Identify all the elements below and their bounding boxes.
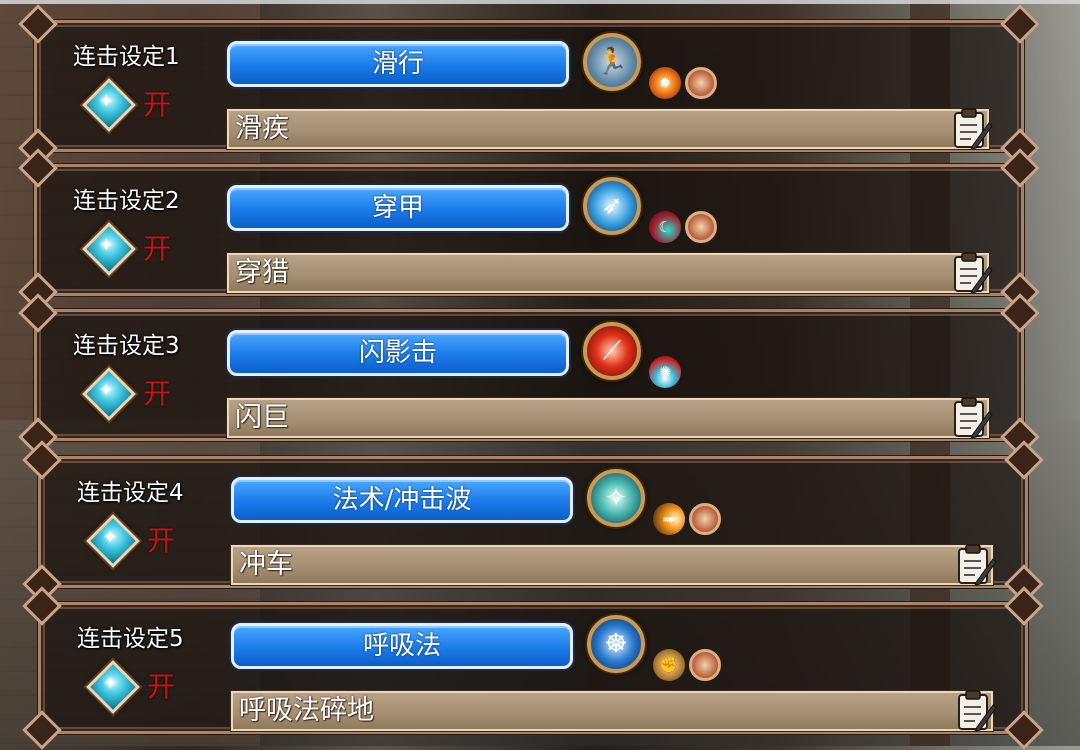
toggle-state: 开 (147, 524, 176, 557)
skill-select-button[interactable]: 闪影击 (227, 330, 569, 376)
magic-sphere-icon[interactable]: ✧ (587, 469, 645, 527)
fire-burst-icon: ✹ (649, 67, 681, 99)
toggle-state: 开 (147, 670, 176, 703)
combo-panel-2: 连击设定2 ✦ 开 穿甲 ➶ ☾ 穿猎 (18, 148, 1040, 312)
red-claw-icon[interactable]: ⟋ (583, 322, 641, 380)
clipboard-edit-icon[interactable] (953, 687, 997, 733)
toggle-state: 开 (143, 377, 172, 410)
shield-emblem-icon (689, 649, 721, 681)
toggle-diamond-icon[interactable]: ✦ (86, 660, 140, 714)
toggle-diamond-icon[interactable]: ✦ (82, 367, 136, 421)
shield-emblem-icon (685, 211, 717, 243)
combo-label: 连击设定4 (77, 480, 184, 506)
combo-name-bar[interactable]: 穿猎 (227, 252, 993, 294)
combo-label: 连击设定5 (77, 626, 184, 652)
clipboard-edit-icon[interactable] (949, 394, 993, 440)
combo-panel-3: 连击设定3 ✦ 开 闪影击 ⟋ ✺ 闪巨 (18, 293, 1040, 457)
toggle-state: 开 (143, 232, 172, 265)
combo-label: 连击设定3 (73, 333, 180, 359)
shield-emblem-icon (689, 503, 721, 535)
armor-pierce-icon[interactable]: ➶ (583, 177, 641, 235)
toggle-diamond-icon[interactable]: ✦ (82, 78, 136, 132)
toggle-diamond-icon[interactable]: ✦ (86, 514, 140, 568)
comet-shot-icon: ➠ (653, 503, 685, 535)
meditation-icon[interactable]: ☸ (587, 615, 645, 673)
clipboard-edit-icon[interactable] (949, 105, 993, 151)
combo-name: 滑疾 (235, 113, 289, 144)
skill-select-button[interactable]: 法术/冲击波 (231, 477, 573, 523)
combo-name: 穿猎 (235, 257, 289, 288)
frame-corner (1000, 293, 1040, 333)
top-divider (0, 0, 1080, 4)
combo-name-bar[interactable]: 闪巨 (227, 397, 993, 439)
combo-panel-5: 连击设定5 ✦ 开 呼吸法 ☸ ✊ 呼吸法碎地 (22, 586, 1044, 750)
fan-burst-icon: ✺ (649, 356, 681, 388)
fist-lotus-icon: ✊ (653, 649, 685, 681)
combo-panel-1: 连击设定1 ✦ 开 滑行 🏃 ✹ 滑疾 (18, 4, 1040, 168)
skill-select-button[interactable]: 呼吸法 (231, 623, 573, 669)
combo-name: 呼吸法碎地 (239, 695, 374, 726)
frame-corner (1000, 4, 1040, 44)
shield-emblem-icon (685, 67, 717, 99)
toggle-state: 开 (143, 88, 172, 121)
combo-name-bar[interactable]: 滑疾 (227, 108, 993, 150)
combo-name: 闪巨 (235, 402, 289, 433)
combo-name-bar[interactable]: 呼吸法碎地 (231, 690, 997, 732)
skill-select-button[interactable]: 滑行 (227, 41, 569, 87)
combo-panel-4: 连击设定4 ✦ 开 法术/冲击波 ✧ ➠ 冲车 (22, 440, 1044, 604)
combo-name-bar[interactable]: 冲车 (231, 544, 997, 586)
crescent-slash-icon: ☾ (649, 211, 681, 243)
combo-label: 连击设定1 (73, 44, 180, 70)
combo-name: 冲车 (239, 549, 293, 580)
dash-runner-icon[interactable]: 🏃 (583, 33, 641, 91)
skill-select-button[interactable]: 穿甲 (227, 185, 569, 231)
clipboard-edit-icon[interactable] (949, 249, 993, 295)
combo-label: 连击设定2 (73, 188, 180, 214)
clipboard-edit-icon[interactable] (953, 541, 997, 587)
toggle-diamond-icon[interactable]: ✦ (82, 222, 136, 276)
